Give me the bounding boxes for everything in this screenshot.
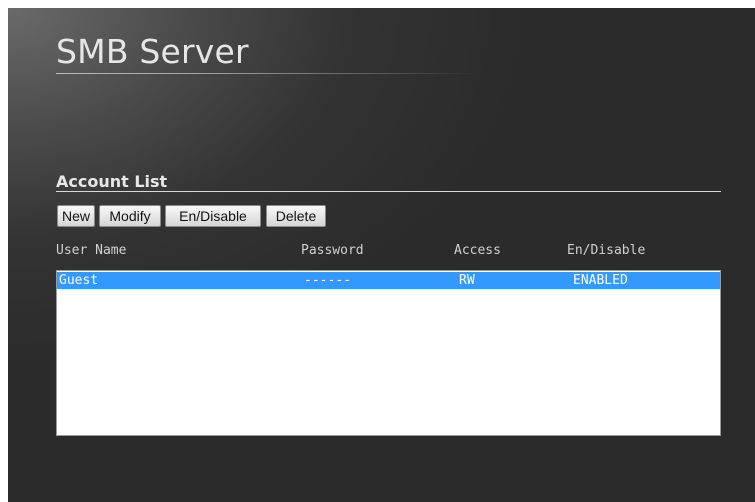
cell-status: ENABLED (573, 273, 628, 288)
cell-password: ------ (304, 273, 351, 288)
title-divider (56, 73, 476, 74)
new-button[interactable]: New (57, 205, 95, 227)
modify-button[interactable]: Modify (99, 205, 161, 227)
smb-server-panel: SMB Server Account List New Modify En/Di… (8, 8, 755, 502)
delete-button[interactable]: Delete (266, 205, 326, 227)
page-title: SMB Server (56, 32, 249, 71)
account-row-selected[interactable]: Guest ------ RW ENABLED (57, 272, 720, 289)
cell-access: RW (459, 273, 475, 288)
endisable-button[interactable]: En/Disable (165, 205, 261, 227)
section-divider (56, 191, 721, 192)
column-header-access: Access (454, 243, 501, 258)
column-header-password: Password (301, 243, 364, 258)
cell-user-name: Guest (59, 273, 99, 288)
account-list-heading: Account List (56, 172, 168, 191)
column-header-endisable: En/Disable (567, 243, 646, 258)
account-list[interactable]: Guest ------ RW ENABLED (56, 270, 721, 436)
column-header-user-name: User Name (56, 243, 127, 258)
